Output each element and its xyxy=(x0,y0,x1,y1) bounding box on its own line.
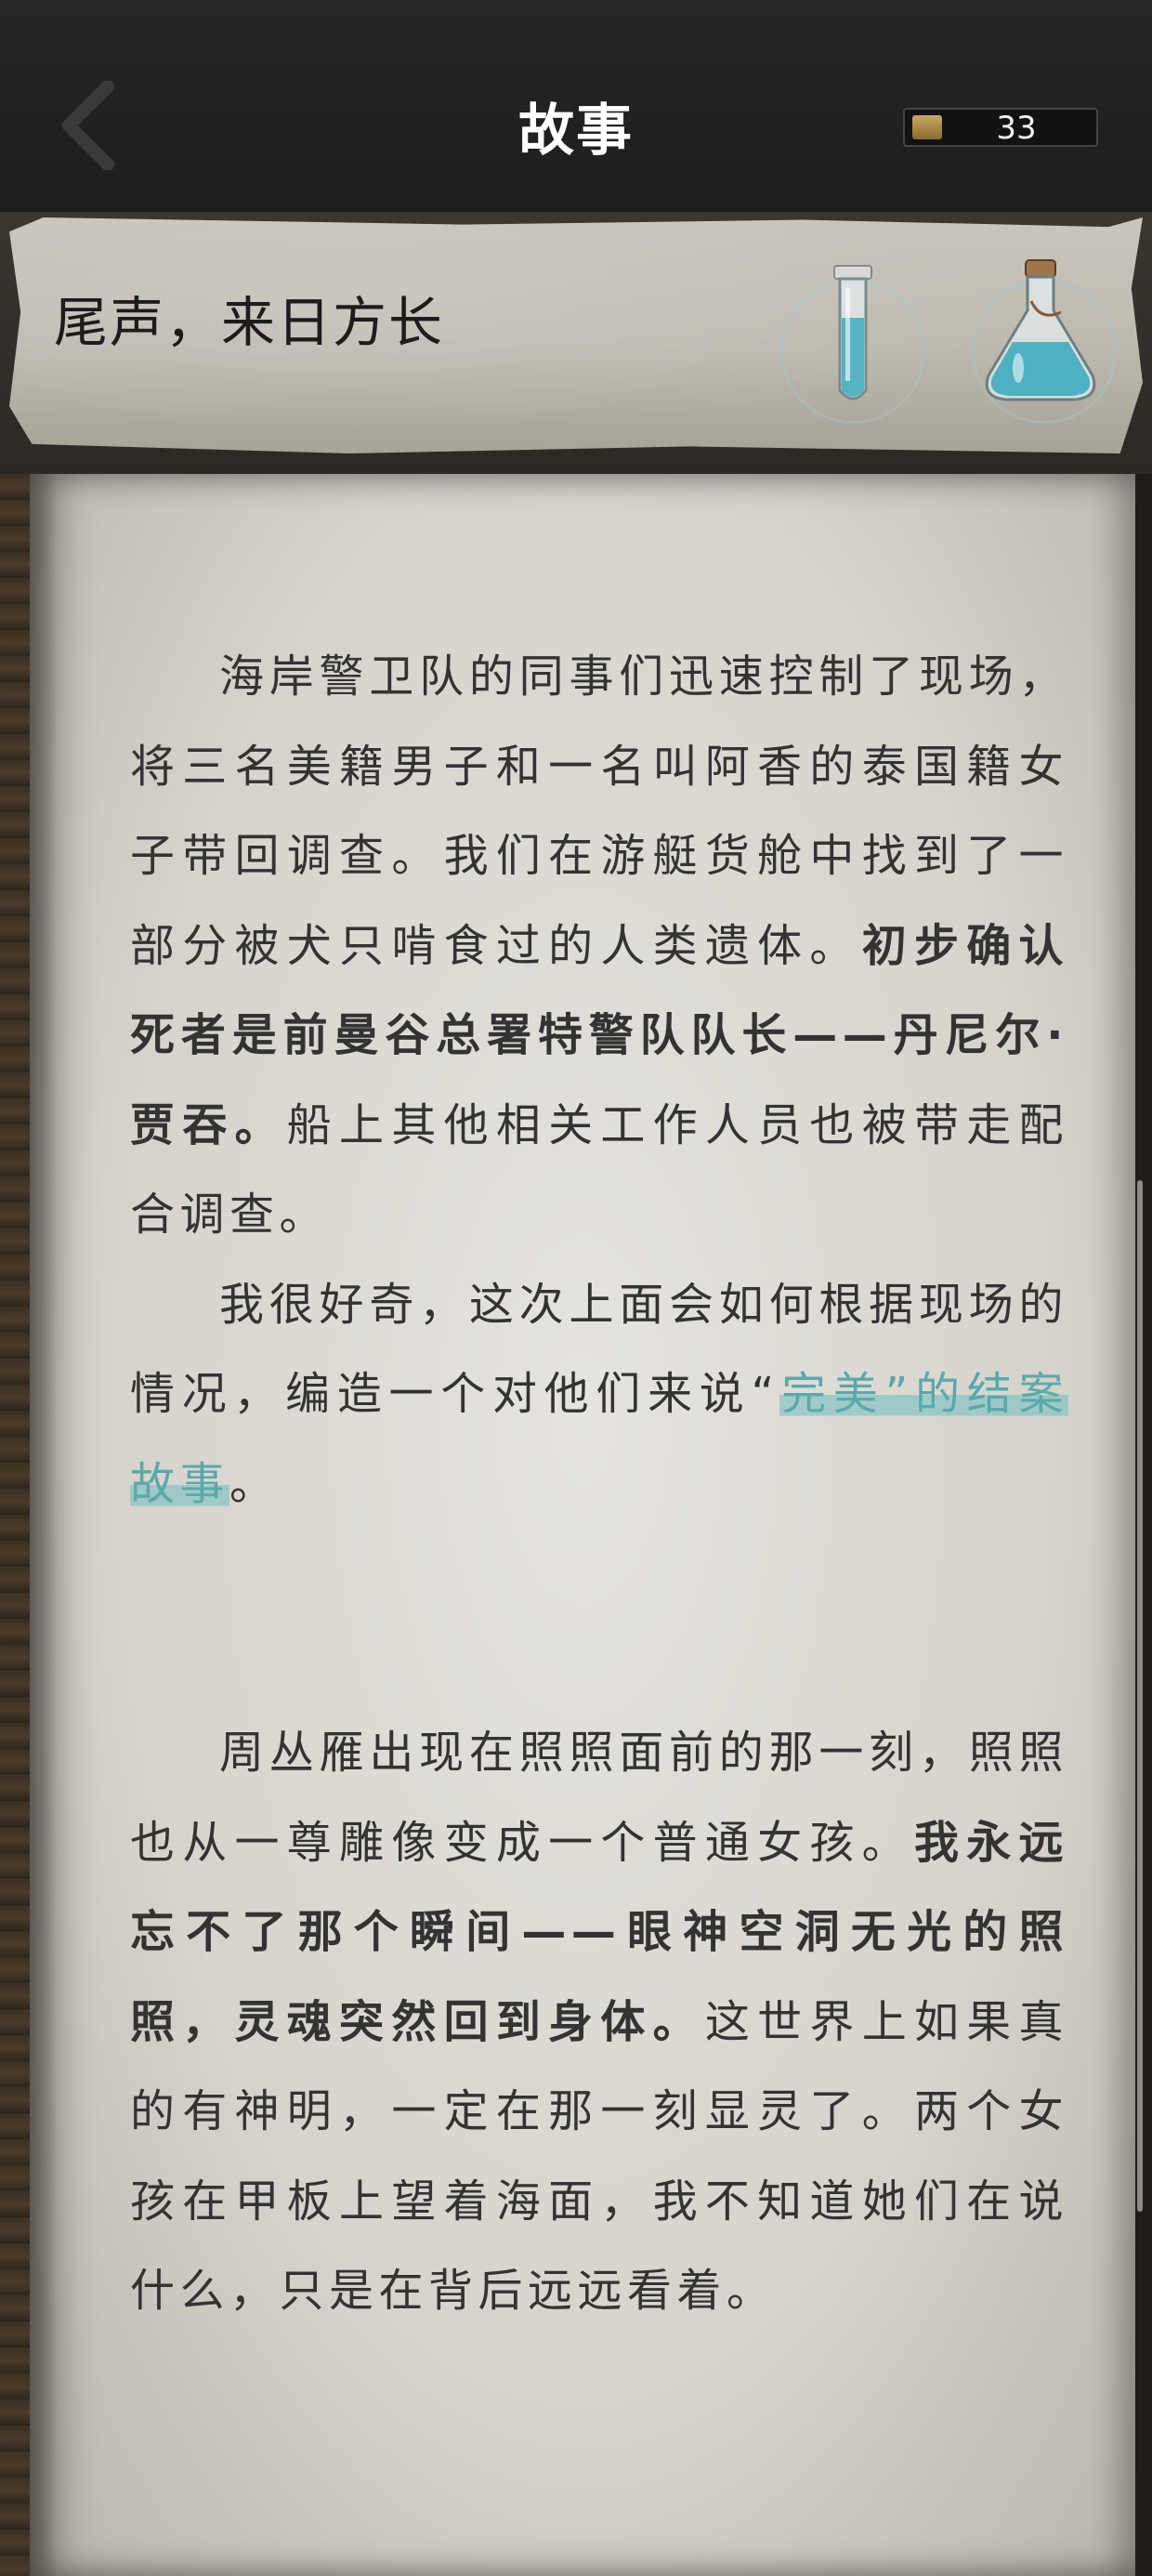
chapter-title: 尾声，来日方长 xyxy=(54,291,445,354)
book-spine xyxy=(0,474,30,2576)
story-text-segment: 。 xyxy=(229,1457,280,1510)
story-paragraph: 海岸警卫队的同事们迅速控制了现场，将三名美籍男子和一名叫阿香的泰国籍女子带回调查… xyxy=(130,632,1068,1260)
story-paragraph: 我很好奇，这次上面会如何根据现场的情况，编造一个对他们来说“完美”的结案故事。 xyxy=(130,1260,1068,1530)
test-tube-icon[interactable] xyxy=(818,260,888,409)
currency-counter: 33 xyxy=(903,108,1098,147)
currency-value: 33 xyxy=(996,110,1037,147)
story-text: 海岸警卫队的同事们迅速控制了现场，将三名美籍男子和一名叫阿香的泰国籍女子带回调查… xyxy=(130,632,1068,2336)
scrollbar-thumb[interactable] xyxy=(1137,1180,1143,2212)
gold-ingot-icon xyxy=(912,115,942,139)
story-screen: 故事 33 尾声，来日方长 海岸警卫队的同事们迅速控制了现场，将三名美籍男子和一… xyxy=(0,0,1152,2576)
top-bar: 故事 33 xyxy=(0,0,1152,214)
story-paragraph: 周丛雁出现在照照面前的那一刻，照照也从一尊雕像变成一个普通女孩。我永远忘不了那个… xyxy=(130,1708,1068,2336)
highlighted-text: 完 xyxy=(779,1368,833,1420)
page-shadow xyxy=(30,474,58,2576)
flask-icon[interactable] xyxy=(975,256,1106,405)
